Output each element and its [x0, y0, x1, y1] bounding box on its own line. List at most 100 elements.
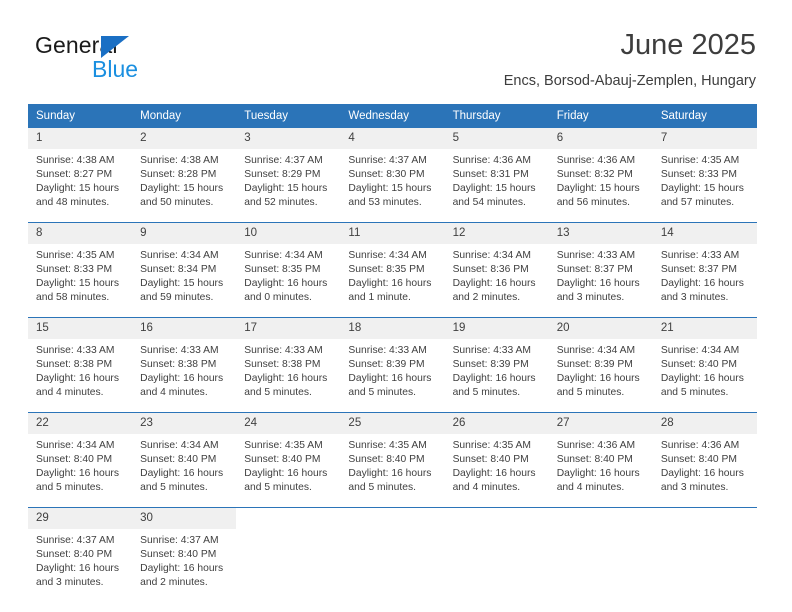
daylight-text-line2: and 0 minutes.	[244, 292, 312, 303]
sunset-text: Sunset: 8:29 PM	[244, 169, 321, 180]
day-cell[interactable]: 28 Sunrise: 4:36 AM Sunset: 8:40 PM Dayl…	[652, 412, 757, 508]
daylight-text-line1: Daylight: 16 hours	[556, 468, 640, 479]
day-cell[interactable]: 3 Sunrise: 4:37 AM Sunset: 8:29 PM Dayli…	[236, 128, 341, 223]
day-number: 10	[236, 223, 341, 244]
sunset-text: Sunset: 8:38 PM	[36, 359, 113, 370]
day-cell[interactable]: 1 Sunrise: 4:38 AM Sunset: 8:27 PM Dayli…	[28, 128, 133, 223]
day-number: 13	[548, 223, 653, 244]
day-cell[interactable]: 25 Sunrise: 4:35 AM Sunset: 8:40 PM Dayl…	[340, 412, 445, 508]
sunrise-text: Sunrise: 4:34 AM	[348, 250, 427, 261]
day-number	[340, 508, 445, 529]
sunset-text: Sunset: 8:40 PM	[556, 454, 633, 465]
daylight-text-line2: and 5 minutes.	[452, 387, 521, 398]
day-details	[549, 529, 653, 602]
day-cell[interactable]: 19 Sunrise: 4:33 AM Sunset: 8:39 PM Dayl…	[444, 317, 549, 413]
daylight-text-line1: Daylight: 16 hours	[556, 278, 640, 289]
day-details: Sunrise: 4:35 AM Sunset: 8:33 PM Dayligh…	[28, 244, 132, 317]
sunrise-text: Sunrise: 4:38 AM	[140, 155, 219, 166]
day-cell[interactable]: 24 Sunrise: 4:35 AM Sunset: 8:40 PM Dayl…	[236, 412, 341, 508]
day-cell[interactable]: 27 Sunrise: 4:36 AM Sunset: 8:40 PM Dayl…	[548, 412, 653, 508]
sunset-text: Sunset: 8:40 PM	[140, 549, 217, 560]
daylight-text-line2: and 48 minutes.	[36, 197, 110, 208]
daylight-text-line2: and 3 minutes.	[36, 577, 104, 588]
daylight-text-line1: Daylight: 15 hours	[348, 183, 432, 194]
daylight-text-line2: and 57 minutes.	[660, 197, 735, 208]
sunset-text: Sunset: 8:38 PM	[244, 359, 321, 370]
day-number: 22	[28, 413, 133, 434]
day-details: Sunrise: 4:37 AM Sunset: 8:30 PM Dayligh…	[340, 149, 444, 222]
day-details: Sunrise: 4:34 AM Sunset: 8:40 PM Dayligh…	[132, 434, 236, 507]
sunset-text: Sunset: 8:40 PM	[36, 454, 113, 465]
sunrise-text: Sunrise: 4:34 AM	[660, 345, 740, 356]
daylight-text-line1: Daylight: 15 hours	[36, 278, 119, 289]
daylight-text-line2: and 50 minutes.	[140, 197, 214, 208]
weekday-header-sunday: Sunday	[28, 104, 133, 128]
daylight-text-line1: Daylight: 16 hours	[36, 373, 119, 384]
day-cell-empty	[652, 507, 757, 602]
sunrise-text: Sunrise: 4:37 AM	[348, 155, 427, 166]
day-cell[interactable]: 4 Sunrise: 4:37 AM Sunset: 8:30 PM Dayli…	[340, 128, 445, 223]
daylight-text-line1: Daylight: 16 hours	[452, 373, 536, 384]
day-cell[interactable]: 22 Sunrise: 4:34 AM Sunset: 8:40 PM Dayl…	[28, 412, 133, 508]
generalblue-logo[interactable]: General Blue	[35, 32, 215, 82]
day-details: Sunrise: 4:35 AM Sunset: 8:33 PM Dayligh…	[653, 149, 757, 222]
day-details: Sunrise: 4:33 AM Sunset: 8:37 PM Dayligh…	[549, 244, 653, 317]
day-cell-empty	[236, 507, 341, 602]
day-number	[548, 508, 653, 529]
sunset-text: Sunset: 8:35 PM	[244, 264, 321, 275]
sunrise-text: Sunrise: 4:37 AM	[244, 155, 323, 166]
day-cell[interactable]: 18 Sunrise: 4:33 AM Sunset: 8:39 PM Dayl…	[340, 317, 445, 413]
sunrise-text: Sunrise: 4:33 AM	[348, 345, 427, 356]
weekday-header-monday: Monday	[132, 104, 237, 128]
day-number: 18	[340, 318, 445, 339]
day-number: 1	[28, 128, 133, 149]
day-cell[interactable]: 7 Sunrise: 4:35 AM Sunset: 8:33 PM Dayli…	[652, 128, 757, 223]
day-number: 24	[236, 413, 341, 434]
sunrise-text: Sunrise: 4:35 AM	[660, 155, 740, 166]
daylight-text-line1: Daylight: 16 hours	[660, 373, 744, 384]
day-cell[interactable]: 14 Sunrise: 4:33 AM Sunset: 8:37 PM Dayl…	[652, 222, 757, 318]
sunset-text: Sunset: 8:36 PM	[452, 264, 529, 275]
weekday-header-wednesday: Wednesday	[340, 104, 445, 128]
day-number: 28	[652, 413, 757, 434]
day-cell[interactable]: 6 Sunrise: 4:36 AM Sunset: 8:32 PM Dayli…	[548, 128, 653, 223]
day-cell[interactable]: 21 Sunrise: 4:34 AM Sunset: 8:40 PM Dayl…	[652, 317, 757, 413]
day-cell[interactable]: 8 Sunrise: 4:35 AM Sunset: 8:33 PM Dayli…	[28, 222, 133, 318]
daylight-text-line1: Daylight: 16 hours	[452, 468, 536, 479]
daylight-text-line1: Daylight: 16 hours	[244, 468, 328, 479]
day-cell[interactable]: 10 Sunrise: 4:34 AM Sunset: 8:35 PM Dayl…	[236, 222, 341, 318]
sunset-text: Sunset: 8:40 PM	[140, 454, 217, 465]
day-cell[interactable]: 13 Sunrise: 4:33 AM Sunset: 8:37 PM Dayl…	[548, 222, 653, 318]
sunrise-text: Sunrise: 4:36 AM	[452, 155, 531, 166]
day-cell[interactable]: 20 Sunrise: 4:34 AM Sunset: 8:39 PM Dayl…	[548, 317, 653, 413]
day-number: 30	[132, 508, 237, 529]
day-cell[interactable]: 30 Sunrise: 4:37 AM Sunset: 8:40 PM Dayl…	[132, 507, 237, 602]
sunset-text: Sunset: 8:27 PM	[36, 169, 113, 180]
daylight-text-line1: Daylight: 15 hours	[452, 183, 536, 194]
day-cell[interactable]: 2 Sunrise: 4:38 AM Sunset: 8:28 PM Dayli…	[132, 128, 237, 223]
day-details: Sunrise: 4:35 AM Sunset: 8:40 PM Dayligh…	[340, 434, 444, 507]
day-cell-empty	[340, 507, 445, 602]
day-details: Sunrise: 4:33 AM Sunset: 8:38 PM Dayligh…	[132, 339, 236, 412]
day-number: 5	[444, 128, 549, 149]
day-cell[interactable]: 17 Sunrise: 4:33 AM Sunset: 8:38 PM Dayl…	[236, 317, 341, 413]
daylight-text-line1: Daylight: 16 hours	[244, 278, 328, 289]
day-cell[interactable]: 12 Sunrise: 4:34 AM Sunset: 8:36 PM Dayl…	[444, 222, 549, 318]
day-cell[interactable]: 23 Sunrise: 4:34 AM Sunset: 8:40 PM Dayl…	[132, 412, 237, 508]
day-cell[interactable]: 11 Sunrise: 4:34 AM Sunset: 8:35 PM Dayl…	[340, 222, 445, 318]
sunset-text: Sunset: 8:34 PM	[140, 264, 217, 275]
day-cell[interactable]: 5 Sunrise: 4:36 AM Sunset: 8:31 PM Dayli…	[444, 128, 549, 223]
day-cell[interactable]: 15 Sunrise: 4:33 AM Sunset: 8:38 PM Dayl…	[28, 317, 133, 413]
day-details: Sunrise: 4:37 AM Sunset: 8:40 PM Dayligh…	[28, 529, 132, 602]
day-cell[interactable]: 16 Sunrise: 4:33 AM Sunset: 8:38 PM Dayl…	[132, 317, 237, 413]
daylight-text-line1: Daylight: 16 hours	[660, 468, 744, 479]
day-details: Sunrise: 4:34 AM Sunset: 8:35 PM Dayligh…	[340, 244, 444, 317]
day-number: 27	[548, 413, 653, 434]
daylight-text-line2: and 2 minutes.	[452, 292, 521, 303]
day-cell[interactable]: 26 Sunrise: 4:35 AM Sunset: 8:40 PM Dayl…	[444, 412, 549, 508]
day-cell[interactable]: 9 Sunrise: 4:34 AM Sunset: 8:34 PM Dayli…	[132, 222, 237, 318]
day-cell[interactable]: 29 Sunrise: 4:37 AM Sunset: 8:40 PM Dayl…	[28, 507, 133, 602]
day-cell-empty	[548, 507, 653, 602]
daylight-text-line1: Daylight: 15 hours	[244, 183, 328, 194]
sunset-text: Sunset: 8:28 PM	[140, 169, 217, 180]
